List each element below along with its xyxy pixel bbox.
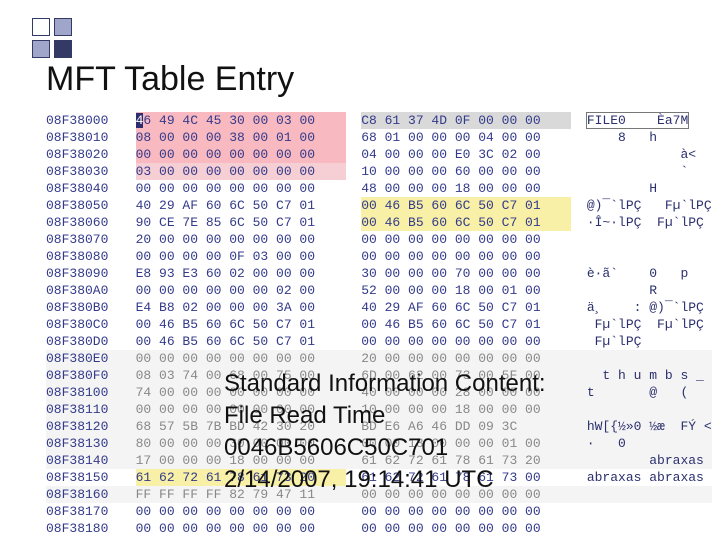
overlay-line-4: 2/14/2007, 19:14:41 UTC (224, 464, 546, 496)
overlay-line-1: Standard Information Content: (224, 368, 546, 400)
overlay-text: Standard Information Content: File Read … (224, 368, 546, 496)
overlay-line-2: File Read Time (224, 400, 546, 432)
slide-title: MFT Table Entry (46, 60, 294, 99)
overlay-line-3: 0046B5606C50C701 (224, 432, 546, 464)
slide-logo (32, 18, 76, 58)
